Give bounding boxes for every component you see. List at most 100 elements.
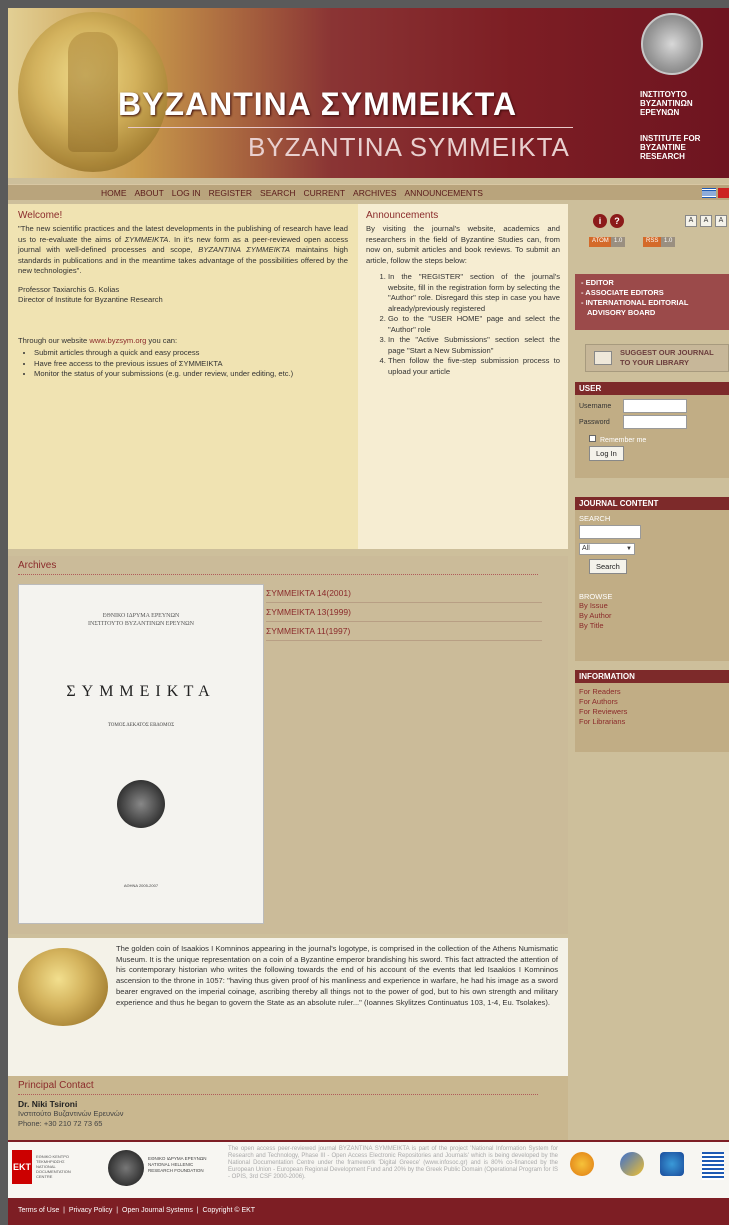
information-title: INFORMATION — [575, 670, 729, 683]
search-label: SEARCH — [579, 514, 611, 523]
information-block: INFORMATION For Readers For Authors For … — [575, 670, 729, 752]
rss-version[interactable]: 1.0 — [661, 237, 676, 247]
welcome-title: Welcome! — [18, 210, 63, 221]
browse-label: BROWSE — [579, 592, 613, 601]
list-item: Monitor the status of your submissions (… — [34, 369, 348, 380]
issue-cover-image[interactable]: ΕΘΝΙΚΟ ΙΔΡΥΜΑ ΕΡΕΥΝΩΝ ΙΝΣΤΙΤΟΥΤΟ ΒΥΖΑΝΤΙ… — [18, 584, 264, 924]
info-icon[interactable]: i — [593, 214, 607, 228]
bottom-bar: Terms of Use | Privacy Policy | Open Jou… — [8, 1198, 729, 1225]
for-readers-link[interactable]: For Readers — [579, 687, 725, 697]
journal-title: BYZANTINA ΣΥΜΜΕΙΚΤΑ — [118, 86, 518, 122]
institute-name-english: INSTITUTE FOR BYZANTINE RESEARCH — [640, 134, 701, 161]
remember-label: Remember me — [600, 437, 647, 444]
institute-name-greek: ΙΝΣΤΙΤΟΥΤΟ ΒΥΖΑΝΤΙΝΩΝ ΕΡΕΥΝΩΝ — [640, 90, 693, 117]
for-librarians-link[interactable]: For Librarians — [579, 717, 725, 727]
emperor-figure — [68, 32, 118, 152]
nav-about[interactable]: ABOUT — [135, 188, 164, 198]
issue-link[interactable]: ΣΥΜΜΕΙΚΤΑ 11(1997) — [266, 622, 542, 641]
contact-title: Principal Contact — [18, 1080, 94, 1091]
password-label: Password — [579, 419, 610, 426]
browse-by-title[interactable]: By Title — [579, 621, 725, 631]
english-flag-icon[interactable] — [718, 188, 729, 198]
tools-area: i ? A A A ATOM 1.0 RSS 1.0 — [575, 208, 729, 268]
email-logo-icon[interactable] — [660, 1152, 684, 1176]
menu-international-editorial[interactable]: - INTERNATIONAL EDITORIAL — [581, 298, 723, 308]
help-icon[interactable]: ? — [610, 214, 624, 228]
font-medium-button[interactable]: A — [700, 215, 712, 227]
page: BYZANTINA ΣΥΜΜΕΙΚΤΑ BYZANTINA SYMMEIKTA … — [8, 8, 729, 1225]
funding-description: The open access peer-reviewed journal BY… — [228, 1146, 558, 1180]
browse-by-author[interactable]: By Author — [579, 611, 725, 621]
announcements-title: Announcements — [366, 210, 439, 221]
nav-search[interactable]: SEARCH — [260, 188, 295, 198]
submission-steps: In the "REGISTER" section of the journal… — [388, 272, 560, 377]
password-input[interactable] — [623, 415, 687, 429]
issue-link[interactable]: ΣΥΜΜΕΙΚΤΑ 14(2001) — [266, 584, 542, 603]
menu-associate-editors[interactable]: - ASSOCIATE EDITORS — [581, 288, 723, 298]
nav-announcements[interactable]: ANNOUNCEMENTS — [405, 188, 483, 198]
ojs-link[interactable]: Open Journal Systems — [122, 1207, 193, 1214]
golden-coin-image — [18, 948, 108, 1026]
institute-seal-icon — [641, 13, 703, 75]
terms-link[interactable]: Terms of Use — [18, 1207, 59, 1214]
footer: EKT ΕΘΝΙΚΟ ΚΕΝΤΡΟ ΤΕΚΜΗΡΙΩΣΗΣ NATIONAL D… — [8, 1140, 729, 1198]
cover-volume: ΤΟΜΟΣ ΔΕΚΑΤΟΣ ΕΒΔΟΜΟΣ — [107, 723, 175, 728]
browse-by-issue[interactable]: By Issue — [579, 601, 725, 611]
list-item: In the "Active Submissions" section sele… — [388, 335, 560, 356]
search-scope-select[interactable]: All — [579, 543, 635, 555]
editorial-menu: - EDITOR - ASSOCIATE EDITORS - INTERNATI… — [575, 274, 729, 330]
nhrf-seal-icon[interactable] — [108, 1150, 144, 1186]
website-intro: Through our website www.byzsym.org you c… — [18, 335, 178, 345]
library-icon — [594, 351, 612, 365]
welcome-section: Welcome! "The new scientific practices a… — [8, 204, 358, 549]
atom-feed-link[interactable]: ATOM — [589, 237, 612, 247]
nav-home[interactable]: HOME — [101, 188, 127, 198]
font-large-button[interactable]: A — [715, 215, 727, 227]
username-label: Username — [579, 403, 612, 410]
for-reviewers-link[interactable]: For Reviewers — [579, 707, 725, 717]
remember-checkbox[interactable] — [589, 435, 596, 442]
website-link[interactable]: www.byzsym.org — [89, 336, 146, 345]
username-input[interactable] — [623, 399, 687, 413]
archives-divider — [18, 574, 538, 575]
announcements-section: Announcements By visiting the journal's … — [358, 204, 568, 549]
search-button[interactable]: Search — [589, 559, 627, 574]
menu-advisory-board[interactable]: ADVISORY BOARD — [581, 308, 723, 318]
issue-link[interactable]: ΣΥΜΜΕΙΚΤΑ 13(1999) — [266, 603, 542, 622]
welcome-signature-title: Director of Institute for Byzantine Rese… — [18, 295, 163, 304]
contact-name: Dr. Niki Tsironi — [18, 1099, 78, 1109]
digital-greece-logo-icon[interactable] — [620, 1152, 644, 1176]
nav-register[interactable]: REGISTER — [209, 188, 252, 198]
user-block-title: USER — [575, 382, 729, 395]
rss-feed-link[interactable]: RSS — [643, 237, 662, 247]
right-sidebar: i ? A A A ATOM 1.0 RSS 1.0 - EDITOR - AS… — [575, 204, 729, 752]
for-authors-link[interactable]: For Authors — [579, 697, 725, 707]
archives-title: Archives — [18, 560, 57, 571]
ekt-logo[interactable]: EKT — [12, 1150, 32, 1184]
main-nav: HOME ABOUT LOG IN REGISTER SEARCH CURREN… — [8, 184, 729, 200]
privacy-link[interactable]: Privacy Policy — [69, 1207, 113, 1214]
search-input[interactable] — [579, 525, 641, 539]
list-item: In the "REGISTER" section of the journal… — [388, 272, 560, 314]
nav-archives[interactable]: ARCHIVES — [353, 188, 396, 198]
suggest-journal-button[interactable]: SUGGEST OUR JOURNAL TO YOUR LIBRARY — [585, 344, 729, 372]
list-item: Go to the "USER HOME" page and select th… — [388, 314, 560, 335]
site-header: BYZANTINA ΣΥΜΜΕΙΚΤΑ BYZANTINA SYMMEIKTA … — [8, 8, 729, 178]
menu-editor[interactable]: - EDITOR — [581, 278, 723, 288]
cover-title: ΣΥΜΜΕΙΚΤΑ — [66, 683, 216, 700]
list-item: Then follow the five-step submission pro… — [388, 356, 560, 377]
font-small-button[interactable]: A — [685, 215, 697, 227]
nav-current[interactable]: CURRENT — [303, 188, 345, 198]
atom-version[interactable]: 1.0 — [611, 237, 626, 247]
greek-flag-icon[interactable] — [702, 188, 716, 198]
info-society-logo-icon[interactable] — [570, 1152, 594, 1176]
journal-content-title: JOURNAL CONTENT — [575, 497, 729, 510]
list-item: Submit articles through a quick and easy… — [34, 348, 348, 359]
welcome-quote: "The new scientific practices and the la… — [18, 224, 349, 275]
nav-login[interactable]: LOG IN — [172, 188, 201, 198]
login-button[interactable]: Log In — [589, 446, 624, 461]
eu-flag-icon[interactable] — [702, 1152, 724, 1180]
list-item: Have free access to the previous issues … — [34, 359, 348, 370]
welcome-signature-name: Professor Taxiarchis G. Kolias — [18, 284, 120, 294]
journal-content-block: JOURNAL CONTENT SEARCH All Search BROWSE… — [575, 497, 729, 661]
